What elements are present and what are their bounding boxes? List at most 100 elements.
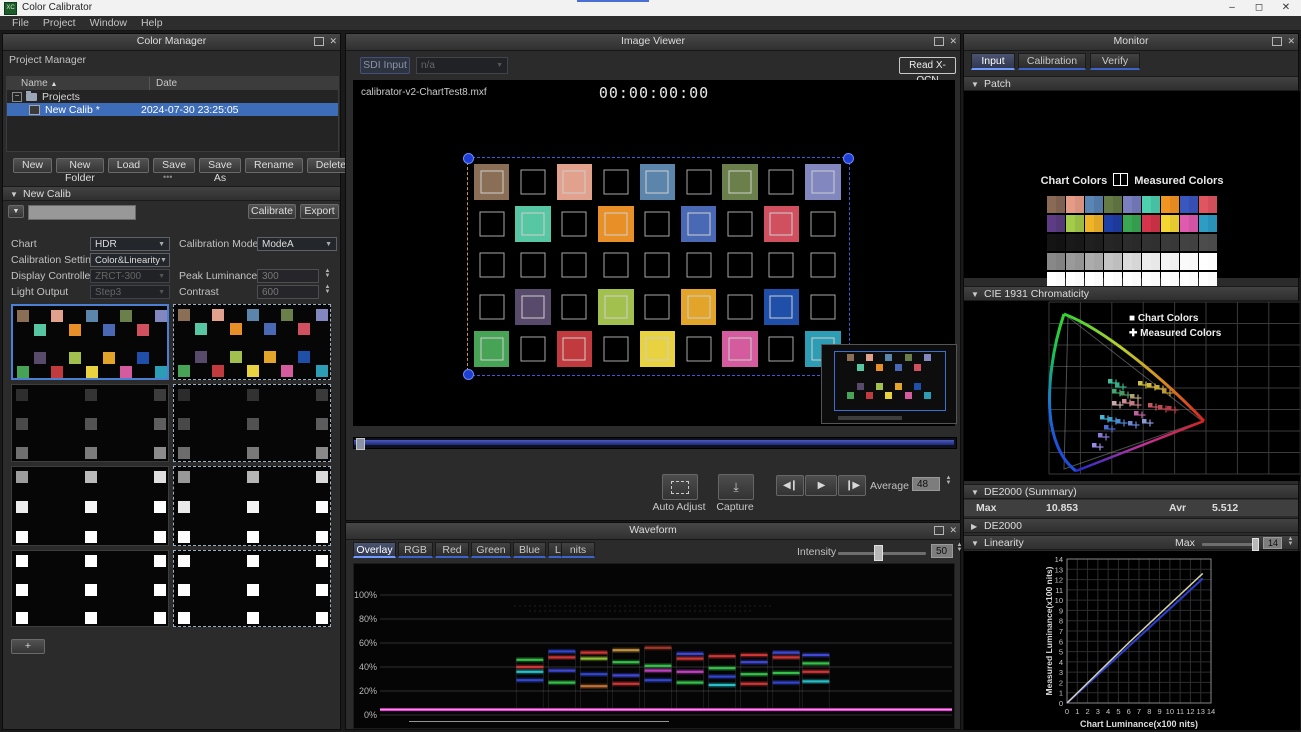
timeline-thumb[interactable]: [356, 438, 365, 450]
sdi-input-button[interactable]: SDI Input: [360, 57, 410, 74]
cm-button-new-folder[interactable]: New Folder: [56, 158, 104, 173]
menu-window[interactable]: Window: [83, 17, 134, 29]
cm-button-save[interactable]: Save: [153, 158, 195, 173]
chart-thumbnail-8[interactable]: [173, 550, 331, 627]
average-input[interactable]: 48: [912, 477, 940, 491]
menu-project[interactable]: Project: [36, 17, 83, 29]
capture-button[interactable]: ⤓: [718, 474, 754, 500]
add-chart-button[interactable]: +: [11, 639, 45, 654]
cm-button-rename[interactable]: Rename: [245, 158, 303, 173]
linearity-slider-handle[interactable]: [1252, 538, 1259, 551]
selection-handle-bl[interactable]: [463, 369, 474, 380]
timeline-slider[interactable]: [353, 437, 957, 449]
de2000-section-header[interactable]: ▶ DE2000: [964, 518, 1298, 533]
close-icon[interactable]: ✕: [949, 526, 957, 535]
export-button[interactable]: Export: [300, 204, 339, 219]
linearity-max-slider[interactable]: [1202, 543, 1257, 546]
peak-luminance-input[interactable]: 300: [257, 269, 319, 283]
patch-section-header[interactable]: ▼ Patch: [964, 76, 1298, 91]
waveform-tab-green[interactable]: Green: [471, 542, 511, 558]
svg-text:13: 13: [1197, 707, 1205, 716]
cie-section-header[interactable]: ▼ CIE 1931 Chromaticity: [964, 286, 1298, 301]
float-icon[interactable]: [314, 37, 324, 46]
collapse-icon[interactable]: −: [12, 92, 22, 102]
intensity-slider-handle[interactable]: [874, 545, 883, 561]
chart-thumbnail-4[interactable]: [173, 384, 331, 462]
calibrate-button[interactable]: Calibrate: [248, 204, 296, 219]
calib-name-input[interactable]: [28, 205, 136, 220]
selection-handle-tr[interactable]: [843, 153, 854, 164]
monitor-header[interactable]: Monitor ✕: [964, 34, 1298, 51]
display-controller-select[interactable]: ZRCT-300▼: [90, 269, 170, 283]
waveform-tab-rgb[interactable]: RGB: [398, 542, 433, 558]
menu-file[interactable]: File: [5, 17, 36, 29]
average-stepper[interactable]: ▲▼: [944, 476, 953, 486]
color-manager-header[interactable]: Color Manager ✕: [3, 34, 340, 51]
light-output-select[interactable]: Step3▼: [90, 285, 170, 299]
waveform-header[interactable]: Waveform ✕: [346, 523, 960, 540]
splitter-handle[interactable]: •••: [163, 172, 172, 182]
intensity-input[interactable]: 50: [931, 544, 953, 558]
thumb-patch: [264, 323, 276, 335]
monitor-tab-calibration[interactable]: Calibration: [1018, 53, 1086, 70]
auto-adjust-button[interactable]: [662, 474, 698, 500]
play-button[interactable]: ▶: [805, 475, 837, 496]
cm-button-save-as[interactable]: Save As: [199, 158, 241, 173]
selection-handle-tl[interactable]: [463, 153, 474, 164]
tree-col-name[interactable]: Name ▲: [7, 77, 149, 90]
contrast-stepper[interactable]: ▲▼: [323, 285, 332, 295]
chart-select[interactable]: HDR▼: [90, 237, 170, 251]
cm-button-load[interactable]: Load: [108, 158, 149, 173]
read-xocn-button[interactable]: Read X-OCN: [899, 57, 956, 74]
calibration-mode-select[interactable]: ModeA▼: [257, 237, 337, 251]
tree-row-new-calib[interactable]: New Calib * 2024-07-30 23:25:05: [7, 103, 338, 116]
chart-thumbnail-1[interactable]: [11, 304, 169, 380]
thumb-patch: [316, 584, 328, 596]
svg-text:11: 11: [1055, 586, 1063, 595]
chart-thumbnail-7[interactable]: [11, 550, 169, 627]
selection-marquee[interactable]: [467, 157, 850, 376]
peak-luminance-stepper[interactable]: ▲▼: [323, 269, 332, 279]
chart-thumbnail-6[interactable]: [173, 466, 331, 546]
step-forward-button[interactable]: ❙▶: [838, 475, 866, 496]
float-icon[interactable]: [934, 37, 944, 46]
waveform-tab-blue[interactable]: Blue: [513, 542, 546, 558]
maximize-button[interactable]: ◻: [1246, 0, 1272, 15]
linearity-max-input[interactable]: 14: [1263, 537, 1282, 549]
linearity-max-stepper[interactable]: ▲▼: [1286, 537, 1295, 547]
monitor-tab-verify[interactable]: Verify: [1090, 53, 1140, 70]
new-calib-section-header[interactable]: ▼ New Calib: [3, 186, 340, 201]
gamut-triangle: [1064, 317, 1202, 469]
viewer-canvas[interactable]: calibrator-v2-ChartTest8.mxf 00:00:00:00: [353, 80, 955, 426]
waveform-tab-overlay[interactable]: Overlay: [353, 542, 396, 558]
close-icon[interactable]: ✕: [949, 37, 957, 46]
chart-thumbnail-3[interactable]: [11, 384, 169, 462]
input-source-select[interactable]: n/a▼: [416, 57, 508, 74]
svg-text:1: 1: [1075, 707, 1079, 716]
contrast-input[interactable]: 600: [257, 285, 319, 299]
close-icon[interactable]: ✕: [1287, 37, 1295, 46]
de2000-summary-header[interactable]: ▼ DE2000 (Summary): [964, 484, 1298, 499]
waveform-tab-red[interactable]: Red: [435, 542, 469, 558]
monitor-tab-input[interactable]: Input: [971, 53, 1015, 70]
minimize-button[interactable]: –: [1219, 0, 1245, 15]
waveform-tab-nits[interactable]: nits: [561, 542, 595, 558]
chart-thumbnail-5[interactable]: [11, 466, 169, 546]
chart-thumbnail-2[interactable]: [173, 304, 331, 380]
linearity-section-header[interactable]: ▼ Linearity Max 14 ▲▼: [964, 535, 1298, 550]
menu-help[interactable]: Help: [134, 17, 170, 29]
image-viewer-header[interactable]: Image Viewer ✕: [346, 34, 960, 51]
float-icon[interactable]: [1272, 37, 1282, 46]
cie-legend-measured: ✚ Measured Colors: [1129, 328, 1221, 339]
tree-row-projects[interactable]: − Projects: [7, 90, 338, 103]
calibration-setting-select[interactable]: Color&Linearity▼: [90, 253, 170, 267]
cm-button-new[interactable]: New: [13, 158, 52, 173]
close-icon[interactable]: ✕: [329, 37, 337, 46]
close-button[interactable]: ✕: [1273, 0, 1299, 15]
step-back-button[interactable]: ◀❙: [776, 475, 804, 496]
calib-dropdown-button[interactable]: ▼: [8, 205, 24, 218]
thumb-patch: [316, 418, 328, 430]
cie-chart-point: [1148, 403, 1153, 408]
float-icon[interactable]: [934, 526, 944, 535]
tree-col-date[interactable]: Date: [149, 77, 177, 90]
